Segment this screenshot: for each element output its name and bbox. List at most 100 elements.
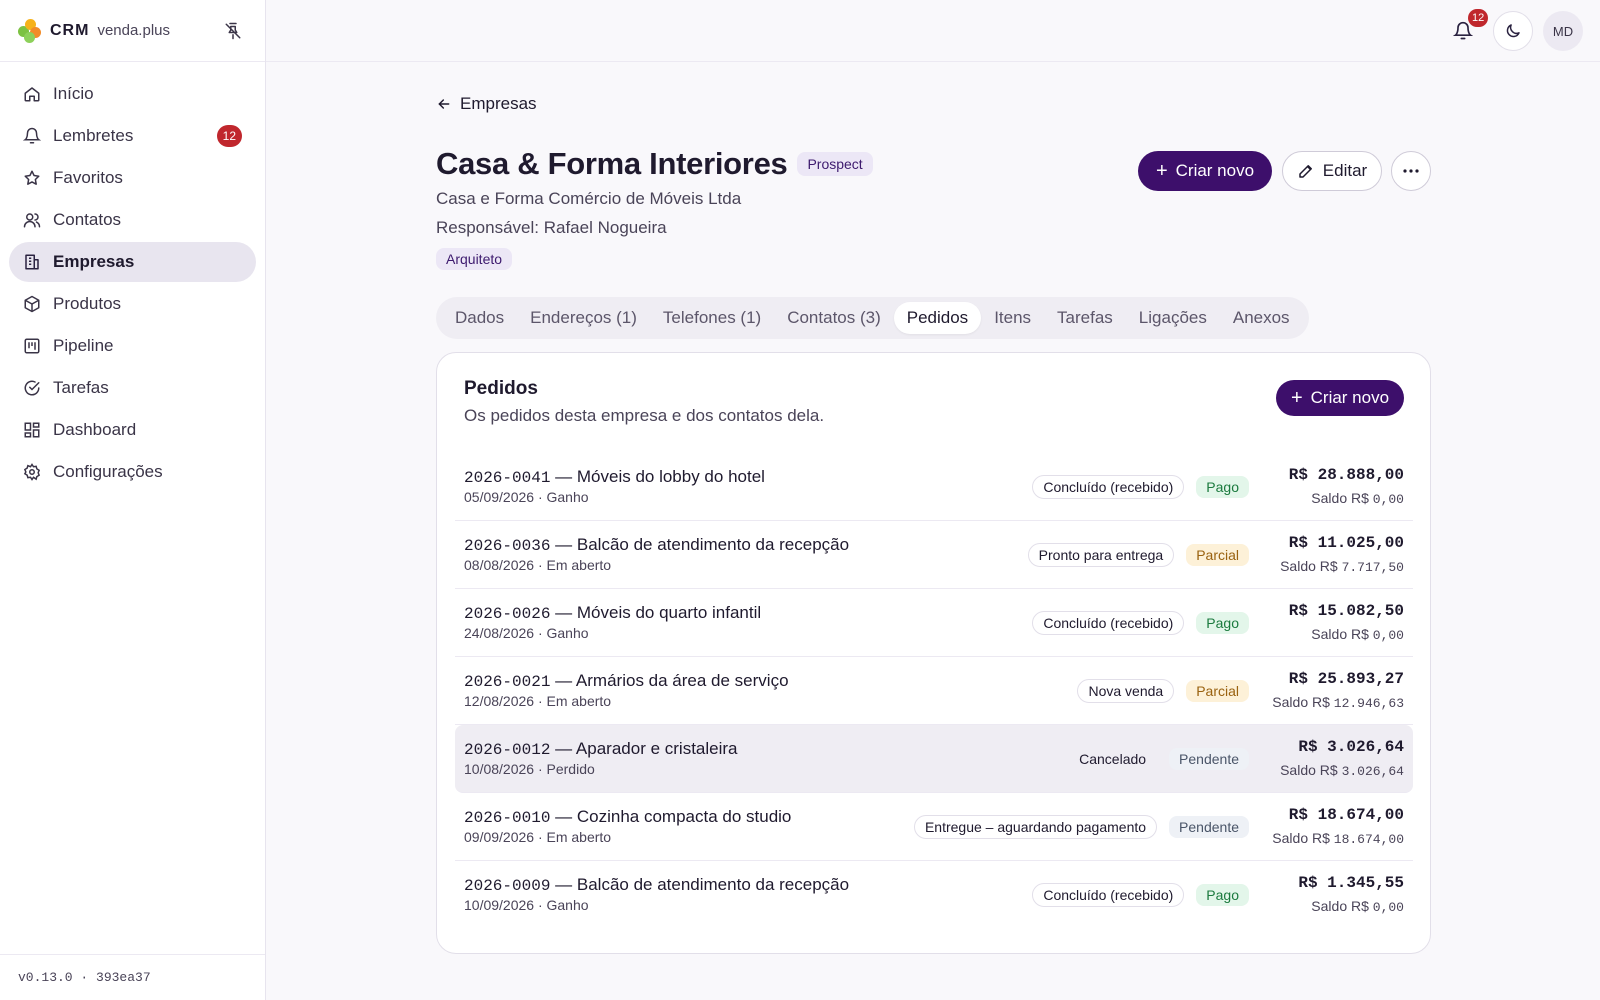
order-title: 2026-0041 — Móveis do lobby do hotel bbox=[464, 467, 765, 487]
order-date-status: 08/08/2026 · Em aberto bbox=[464, 557, 612, 573]
home-icon bbox=[23, 85, 41, 103]
order-date-status: 05/09/2026 · Ganho bbox=[464, 489, 589, 505]
order-amount: R$ 15.082,50 bbox=[1288, 602, 1404, 620]
order-row[interactable]: 2026-0026 — Móveis do quarto infantil 24/… bbox=[455, 589, 1413, 657]
brand-logo-icon bbox=[18, 18, 42, 43]
order-balance-label: Saldo R$ bbox=[1280, 762, 1342, 778]
tab-contatos[interactable]: Contatos (3) bbox=[774, 302, 894, 334]
order-date-status: 12/08/2026 · Em aberto bbox=[464, 693, 612, 709]
tab-enderecos[interactable]: Endereços (1) bbox=[517, 302, 650, 334]
sidebar-item-label: Configurações bbox=[53, 462, 163, 481]
tab-dados[interactable]: Dados bbox=[442, 302, 517, 334]
top-bar bbox=[266, 0, 1600, 62]
order-balance-value: 18.674,00 bbox=[1333, 832, 1404, 847]
sidebar-item-lembretes[interactable]: Lembretes 12 bbox=[9, 116, 256, 156]
sidebar: CRM venda.plus Início Lembretes 12 Favor… bbox=[0, 0, 266, 1000]
pin-off-icon[interactable] bbox=[219, 17, 247, 45]
tab-ligacoes[interactable]: Ligações bbox=[1126, 302, 1220, 334]
sidebar-item-empresas[interactable]: Empresas bbox=[9, 242, 256, 282]
order-balance-label: Saldo R$ bbox=[1311, 490, 1373, 506]
order-row[interactable]: 2026-0041 — Móveis do lobby do hotel 05/0… bbox=[455, 453, 1413, 521]
order-amount: R$ 25.893,27 bbox=[1288, 670, 1404, 688]
tab-tarefas[interactable]: Tarefas bbox=[1044, 302, 1126, 334]
plus-icon: + bbox=[1290, 387, 1303, 409]
sidebar-item-inicio[interactable]: Início bbox=[9, 74, 256, 114]
payment-status-badge: Pago bbox=[1196, 612, 1249, 634]
sidebar-item-label: Produtos bbox=[53, 294, 122, 313]
sidebar-item-favoritos[interactable]: Favoritos bbox=[9, 158, 256, 198]
theme-toggle-moon-icon[interactable] bbox=[1493, 11, 1533, 51]
order-row[interactable]: 2026-0036 — Balcão de atendimento da rec… bbox=[455, 521, 1413, 589]
edit-button[interactable]: Editar bbox=[1282, 151, 1382, 191]
company-tag: Arquiteto bbox=[436, 248, 513, 270]
more-options-icon[interactable] bbox=[1391, 151, 1431, 191]
order-stage-badge: Concluído (recebido) bbox=[1032, 475, 1185, 499]
order-badges: Nova venda Parcial bbox=[1077, 679, 1249, 703]
company-tabs: Dados Endereços (1) Telefones (1) Contat… bbox=[436, 297, 1309, 339]
order-balance-label: Saldo R$ bbox=[1311, 898, 1373, 914]
notifications-count-badge: 12 bbox=[1468, 9, 1489, 27]
order-description: — Móveis do quarto infantil bbox=[550, 603, 762, 622]
order-balance-label: Saldo R$ bbox=[1311, 626, 1373, 642]
order-balance-label: Saldo R$ bbox=[1272, 694, 1334, 710]
order-badges: Entregue – aguardando pagamento Pendente bbox=[913, 815, 1249, 839]
create-order-label: Criar novo bbox=[1310, 388, 1390, 407]
order-balance: Saldo R$ 0,00 bbox=[1311, 898, 1404, 915]
back-to-empresas-link[interactable]: Empresas bbox=[436, 94, 537, 114]
sidebar-item-dashboard[interactable]: Dashboard bbox=[9, 410, 256, 450]
order-badges: Concluído (recebido) Pago bbox=[1032, 611, 1249, 635]
tab-telefones[interactable]: Telefones (1) bbox=[650, 302, 774, 334]
order-code: 2026-0010 bbox=[464, 809, 551, 827]
sidebar-item-tarefas[interactable]: Tarefas bbox=[9, 368, 256, 408]
order-title: 2026-0009 — Balcão de atendimento da rec… bbox=[464, 875, 849, 895]
create-new-button[interactable]: + Criar novo bbox=[1138, 151, 1272, 191]
order-code: 2026-0009 bbox=[464, 877, 551, 895]
order-date-status: 24/08/2026 · Ganho bbox=[464, 625, 589, 641]
sidebar-item-label: Favoritos bbox=[53, 168, 123, 187]
users-icon bbox=[23, 211, 41, 229]
tab-anexos[interactable]: Anexos bbox=[1220, 302, 1303, 334]
tab-pedidos[interactable]: Pedidos bbox=[893, 302, 982, 334]
orders-card: Pedidos Os pedidos desta empresa e dos c… bbox=[436, 352, 1431, 954]
order-row[interactable]: 2026-0010 — Cozinha compacta do studio 09… bbox=[455, 793, 1413, 861]
order-description: — Cozinha compacta do studio bbox=[550, 807, 792, 826]
brand: CRM venda.plus bbox=[0, 0, 265, 62]
company-responsible: Responsável: Rafael Nogueira bbox=[436, 218, 667, 237]
order-balance-label: Saldo R$ bbox=[1280, 558, 1342, 574]
order-row[interactable]: 2026-0009 — Balcão de atendimento da rec… bbox=[455, 861, 1413, 929]
order-row[interactable]: 2026-0021 — Armários da área de serviço 1… bbox=[455, 657, 1413, 725]
brand-name: CRM bbox=[50, 21, 90, 39]
sidebar-nav: Início Lembretes 12 Favoritos Contatos E… bbox=[0, 62, 265, 506]
order-amount: R$ 11.025,00 bbox=[1288, 534, 1404, 552]
order-balance-value: 0,00 bbox=[1372, 628, 1404, 643]
payment-status-badge: Pendente bbox=[1169, 816, 1249, 838]
payment-status-badge: Parcial bbox=[1186, 680, 1249, 702]
payment-status-badge: Pago bbox=[1196, 476, 1249, 498]
order-badges: Concluído (recebido) Pago bbox=[1032, 475, 1249, 499]
order-badges: Pronto para entrega Parcial bbox=[1027, 543, 1249, 567]
star-icon bbox=[23, 169, 41, 187]
edit-label: Editar bbox=[1322, 161, 1368, 180]
company-status-badge: Prospect bbox=[797, 152, 873, 176]
order-badges: Concluído (recebido) Pago bbox=[1032, 883, 1249, 907]
order-balance-value: 3.026,64 bbox=[1341, 764, 1404, 779]
arrow-left-icon bbox=[438, 99, 450, 109]
order-amount: R$ 28.888,00 bbox=[1288, 466, 1404, 484]
sidebar-item-configuracoes[interactable]: Configurações bbox=[9, 452, 256, 492]
sidebar-item-produtos[interactable]: Produtos bbox=[9, 284, 256, 324]
order-code: 2026-0041 bbox=[464, 469, 551, 487]
order-balance: Saldo R$ 7.717,50 bbox=[1280, 558, 1404, 575]
order-code: 2026-0026 bbox=[464, 605, 551, 623]
orders-list: 2026-0041 — Móveis do lobby do hotel 05/0… bbox=[455, 453, 1413, 929]
sidebar-item-pipeline[interactable]: Pipeline bbox=[9, 326, 256, 366]
order-row[interactable]: 2026-0012 — Aparador e cristaleira 10/08/… bbox=[455, 725, 1413, 793]
order-title: 2026-0021 — Armários da área de serviço bbox=[464, 671, 789, 691]
order-stage-badge: Concluído (recebido) bbox=[1032, 883, 1185, 907]
tab-itens[interactable]: Itens bbox=[981, 302, 1044, 334]
user-avatar[interactable]: MD bbox=[1543, 11, 1583, 51]
order-stage-badge: Cancelado bbox=[1079, 751, 1147, 767]
order-balance-value: 0,00 bbox=[1372, 900, 1404, 915]
sidebar-item-contatos[interactable]: Contatos bbox=[9, 200, 256, 240]
create-order-button[interactable]: + Criar novo bbox=[1276, 380, 1404, 416]
order-balance: Saldo R$ 18.674,00 bbox=[1272, 830, 1404, 847]
